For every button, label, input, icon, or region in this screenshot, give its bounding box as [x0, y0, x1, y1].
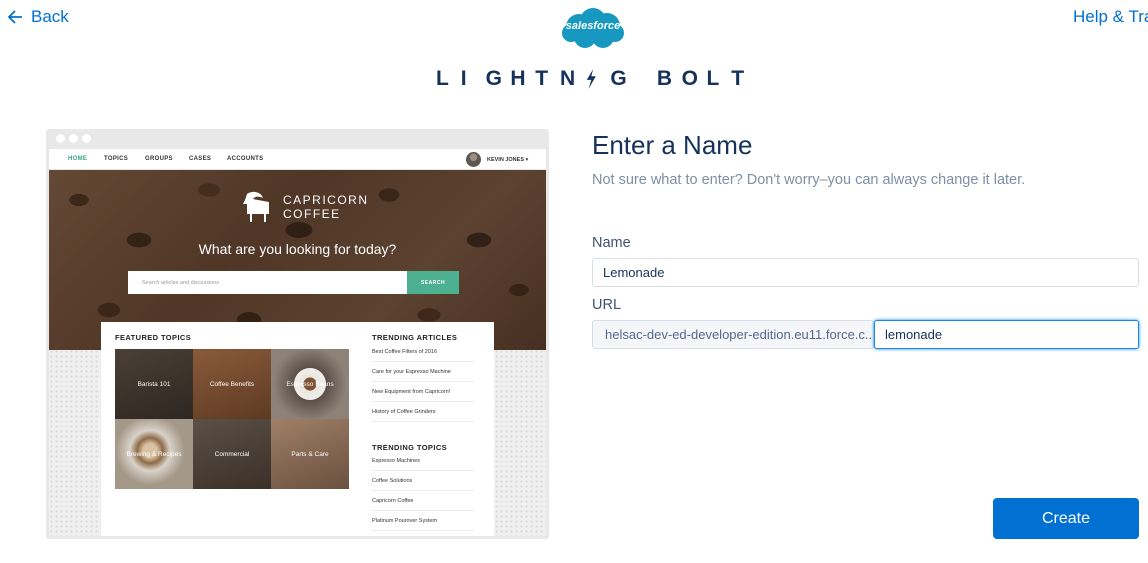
url-label: URL — [592, 297, 622, 313]
salesforce-logo-text: salesforce — [565, 20, 621, 32]
topic-tile: Parts & Care — [271, 419, 349, 489]
preview-nav-groups: GROUPS — [145, 156, 173, 162]
arrow-left-icon — [8, 10, 22, 24]
list-item: Espresso Machines — [372, 451, 474, 471]
capricorn-brand: CAPRICORN COFFEE — [239, 190, 369, 224]
preview-question: What are you looking for today? — [198, 241, 397, 257]
topic-tile: Brewing & Recipes — [115, 419, 193, 489]
preview-search-input: Search articles and discussions — [128, 271, 407, 294]
list-item: Care for your Espresso Machine — [372, 362, 474, 382]
preview-user-name: KEVIN JONES ▾ — [487, 156, 529, 163]
featured-topics-heading: FEATURED TOPICS — [115, 333, 192, 342]
topic-tile: Commercial — [193, 419, 271, 489]
trending-articles-list: Best Coffee Filters of 2016 Care for you… — [372, 342, 474, 422]
trending-articles-heading: TRENDING ARTICLES — [372, 333, 458, 342]
brand-line-2: COFFEE — [283, 207, 341, 221]
list-item: Coffee Solutions — [372, 471, 474, 491]
preview-nav: HOME TOPICS GROUPS CASES ACCOUNTS KEVIN … — [49, 149, 546, 170]
list-item: Platinum Pourover System — [372, 511, 474, 531]
topic-tile: Espresso Beans — [271, 349, 349, 419]
help-training-link[interactable]: Help & Trai — [1073, 7, 1148, 27]
preview-content-card: FEATURED TOPICS Barista 101 Coffee Benef… — [101, 322, 494, 536]
create-button[interactable]: Create — [993, 498, 1139, 539]
url-path-input[interactable]: lemonade — [874, 320, 1139, 349]
page-title: Enter a Name — [592, 130, 753, 160]
lightning-bolt-title: L I G H T N G B O L T — [436, 67, 745, 90]
lightning-bolt-icon — [586, 69, 596, 89]
list-item: Capricorn Coffee — [372, 491, 474, 511]
name-input[interactable]: Lemonade — [592, 258, 1139, 287]
page-subtitle: Not sure what to enter? Don't worry–you … — [592, 172, 1026, 188]
goat-icon — [243, 191, 269, 222]
template-preview: HOME TOPICS GROUPS CASES ACCOUNTS KEVIN … — [46, 129, 549, 539]
preview-nav-accounts: ACCOUNTS — [227, 156, 264, 162]
trending-topics-list: Espresso Machines Coffee Solutions Capri… — [372, 451, 474, 531]
topic-tile: Barista 101 — [115, 349, 193, 419]
topic-tile: Coffee Benefits — [193, 349, 271, 419]
preview-nav-topics: TOPICS — [104, 156, 129, 162]
back-link[interactable]: Back — [8, 7, 69, 27]
back-label: Back — [31, 7, 69, 26]
list-item: Best Coffee Filters of 2016 — [372, 342, 474, 362]
salesforce-logo: salesforce — [559, 5, 627, 53]
window-dots — [56, 134, 91, 143]
preview-nav-cases: CASES — [189, 156, 212, 162]
list-item: New Equipment from Capricorn! — [372, 382, 474, 402]
preview-nav-home: HOME — [68, 156, 88, 162]
brand-line-1: CAPRICORN — [283, 193, 369, 207]
featured-topics-grid: Barista 101 Coffee Benefits Espresso Bea… — [115, 349, 349, 489]
preview-search-button: SEARCH — [407, 271, 459, 294]
list-item: History of Coffee Grinders — [372, 402, 474, 422]
preview-user: KEVIN JONES ▾ — [466, 152, 528, 167]
name-label: Name — [592, 235, 631, 251]
url-prefix-field: helsac-dev-ed-developer-edition.eu11.for… — [592, 320, 874, 349]
avatar — [466, 152, 481, 167]
